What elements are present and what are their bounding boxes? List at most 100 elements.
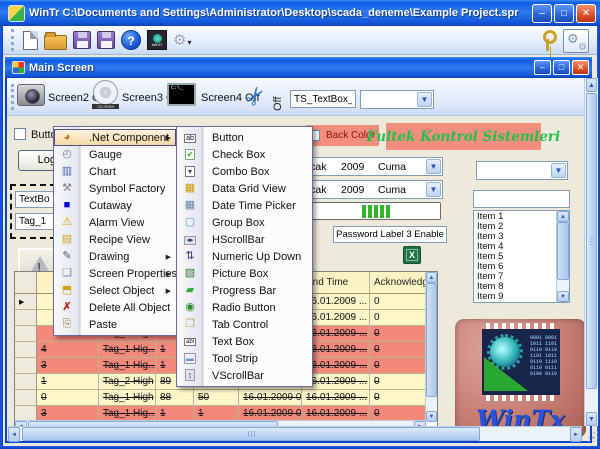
submenu-item[interactable]: Check Box [177,146,312,163]
title-bar[interactable]: WinTr C:\Documents and Settings\Administ… [0,0,600,26]
chevron-down-icon[interactable]: ▼ [426,159,441,174]
cell-tag[interactable]: Tag_2 High [99,374,156,390]
cell-num[interactable]: 0 [37,390,99,406]
date-picker-1[interactable]: Ocak 2009 Cuma ▼ [293,157,443,176]
scroll-down-icon[interactable]: ▼ [426,411,437,422]
scroll-down-icon[interactable]: ▼ [586,412,597,426]
scrollbar-thumb[interactable] [22,427,480,441]
submenu-item[interactable]: Button [177,129,312,146]
submenu-item[interactable]: Tab Control [177,316,312,333]
cell-num[interactable]: 4 [37,342,99,358]
submenu-item[interactable]: Radio Button [177,299,312,316]
close-button[interactable]: ✕ [576,4,596,23]
minimize-button[interactable]: – [532,4,552,23]
cell-tag[interactable]: Tag_1 High [99,390,156,406]
open-folder-icon[interactable] [44,35,67,50]
submenu-item[interactable]: HScrollBar [177,231,312,248]
outer-horizontal-scrollbar[interactable]: ◄ ► [8,426,582,441]
child-close-button[interactable]: ✕ [572,60,589,75]
save-all-icon[interactable] [97,31,115,49]
wintr-run-icon[interactable]: WinTr [147,30,167,50]
child-maximize-button[interactable]: □ [553,60,570,75]
menu-item[interactable]: Gauge [54,146,176,163]
ts-textbox[interactable] [290,90,356,108]
scroll-left-icon[interactable]: ◄ [8,427,20,442]
system-gears-button[interactable]: ⚙ ⚙ [563,29,589,53]
scroll-right-icon[interactable]: ► [570,427,582,442]
cell-num[interactable]: 3 [37,358,99,374]
cell-value1[interactable]: 88 [156,390,194,406]
cell-acknowledge[interactable]: 0 [370,390,426,406]
scrollbar-thumb[interactable] [426,283,437,397]
cell-acknowledge[interactable]: 0 [370,310,426,326]
menu-item[interactable]: Delete All Object [54,299,176,316]
toolstrip-combobox[interactable]: ▼ [360,90,434,109]
terminal-icon[interactable]: C:\_ [167,83,196,106]
submenu-item[interactable]: Date Time Picker [177,197,312,214]
menu-item[interactable]: Paste [54,316,176,333]
cell-num[interactable]: 1 [37,374,99,390]
main-screen-title-bar[interactable]: Main Screen – □ ✕ [5,57,592,78]
save-icon[interactable] [73,31,91,49]
menu-item[interactable]: Recipe View [54,231,176,248]
settings-gear-button[interactable]: ⚙▾ [173,31,191,50]
camera-icon[interactable] [17,84,45,106]
cell-acknowledge[interactable]: 0 [370,326,426,342]
table-row[interactable]: 0 Tag_1 High 88 50 16.01.2009 0... 16.01… [15,390,437,406]
child-minimize-button[interactable]: – [534,60,551,75]
new-file-icon[interactable] [23,31,38,50]
submenu-item[interactable]: Numeric Up Down [177,248,312,265]
menu-item[interactable]: Alarm View [54,214,176,231]
cell-tag[interactable]: Tag_1 Hig... [99,358,156,374]
row-selector-cell[interactable] [15,342,37,358]
scroll-up-icon[interactable]: ▲ [426,272,437,283]
submenu-item[interactable]: Tool Strip [177,350,312,367]
grid-header-cell[interactable] [15,272,37,294]
scrollbar-thumb[interactable] [586,93,597,389]
scrollbar-thumb[interactable] [557,222,569,280]
cell-value2[interactable]: 50 [194,390,239,406]
menu-item[interactable]: Drawing [54,248,176,265]
menu-item[interactable]: Symbol Factory [54,180,176,197]
grid-vertical-scrollbar[interactable]: ▲ ▼ [425,272,437,422]
scroll-down-icon[interactable]: ▼ [557,291,569,302]
help-icon[interactable]: ? [121,30,141,50]
button-checkbox[interactable] [14,128,26,140]
submenu-item[interactable]: Combo Box [177,163,312,180]
row-selector-cell[interactable] [15,310,37,326]
cell-end-time[interactable]: 16.01.2009 ... [302,390,370,406]
cell-acknowledge[interactable]: 0 [370,342,426,358]
submenu-item[interactable]: Progress Bar [177,282,312,299]
submenu-item[interactable]: VScrollBar [177,367,312,384]
row-selector-cell[interactable] [15,358,37,374]
cell-acknowledge[interactable]: 0 [370,374,426,390]
cell-acknowledge[interactable]: 0 [370,294,426,310]
submenu-item[interactable]: Data Grid View [177,180,312,197]
row-selector-cell[interactable] [15,374,37,390]
cell-tag[interactable]: Tag_1 Hig... [99,342,156,358]
maximize-button[interactable]: □ [554,4,574,23]
scroll-up-icon[interactable]: ▲ [557,211,569,222]
right-combobox[interactable]: ▼ [476,161,568,180]
key-icon[interactable] [541,30,553,52]
cdrom-icon[interactable]: CD-ROM [92,80,119,107]
menu-item[interactable]: Select Object [54,282,176,299]
menu-item[interactable]: .Net Component [54,129,176,146]
chevron-down-icon[interactable]: ▼ [426,182,441,197]
chevron-down-icon[interactable]: ▼ [417,92,432,107]
cell-start-time[interactable]: 16.01.2009 0... [239,390,302,406]
cell-acknowledge[interactable]: 0 [370,358,426,374]
scroll-up-icon[interactable]: ▲ [586,78,597,92]
row-selector-cell[interactable] [15,390,37,406]
date-picker-2[interactable]: Ocak 2009 Cuma ▼ [293,180,443,199]
outer-vertical-scrollbar[interactable]: ▲ ▼ [584,78,598,426]
right-textbox[interactable] [473,190,570,208]
chevron-down-icon[interactable]: ▼ [551,163,566,178]
menu-item[interactable]: Screen Properties [54,265,176,282]
menu-item[interactable]: Chart [54,163,176,180]
row-selector-cell[interactable] [15,294,37,310]
toolbar-grip[interactable] [11,29,14,51]
menu-item[interactable]: Cutaway [54,197,176,214]
toolstrip-grip[interactable] [11,84,14,110]
grid-header-cell[interactable]: Acknowledge [370,272,426,294]
